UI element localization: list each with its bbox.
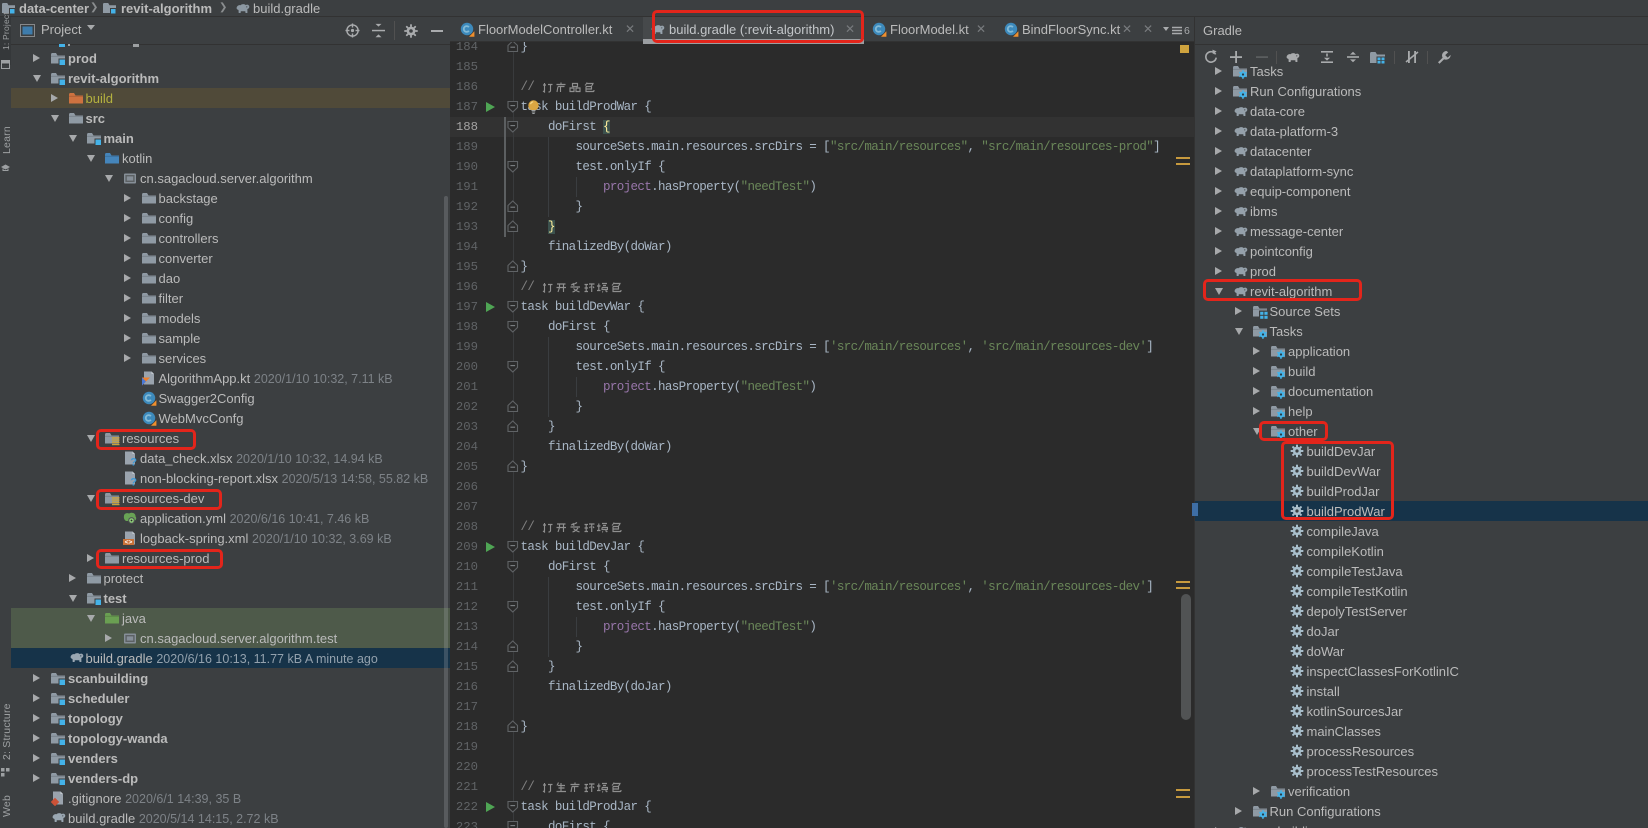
svg-text:?: ? xyxy=(130,457,137,467)
svg-text:<>: <> xyxy=(125,539,133,546)
svg-text:?: ? xyxy=(130,477,137,487)
